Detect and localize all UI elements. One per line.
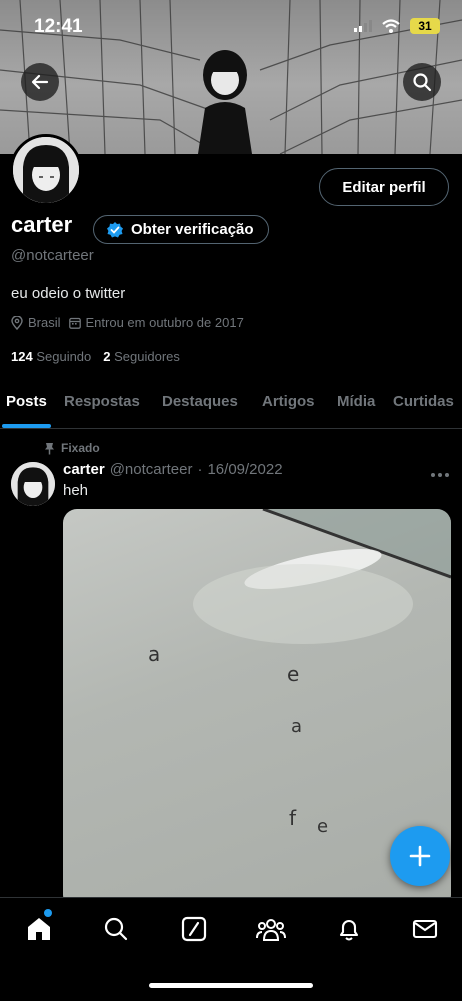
followers-link[interactable]: 2 Seguidores [103,349,180,364]
post-author-name[interactable]: carter [63,461,105,478]
media-letter-2: e [287,662,299,686]
status-bar: 12:41 31 [0,0,462,56]
wifi-icon [382,19,400,33]
back-arrow-icon [31,74,49,90]
tab-replies[interactable]: Respostas [64,393,140,410]
status-time: 12:41 [34,16,83,37]
nav-messages[interactable] [410,914,440,944]
post-author-handle[interactable]: @notcarteer [110,461,193,478]
communities-icon [256,919,286,941]
following-label: Seguindo [36,349,92,364]
nav-notifications[interactable] [334,914,364,944]
profile-avatar[interactable] [10,134,82,206]
tab-media[interactable]: Mídia [337,393,375,410]
more-icon [431,473,449,477]
following-link[interactable]: 124 Seguindo [11,349,91,364]
pinned-label: Fixado [44,441,100,455]
profile-meta: Brasil Entrou em outubro de 2017 [11,315,244,330]
nav-communities[interactable] [256,914,286,944]
pin-icon [45,442,54,454]
search-icon [413,73,432,92]
messages-mail-icon [412,919,438,939]
following-count: 124 [11,349,33,364]
get-verified-button[interactable]: Obter verificação [93,215,269,244]
back-button[interactable] [21,63,59,101]
post-date[interactable]: 16/09/2022 [207,461,282,478]
more-options-button[interactable] [430,462,450,483]
get-verified-label: Obter verificação [131,221,254,238]
profile-name: carter [11,212,73,237]
notifications-bell-icon [339,919,359,941]
post-text: heh [63,482,89,499]
compose-button[interactable] [390,826,450,886]
profile-bio: eu odeio o twitter [11,285,126,302]
profile-joined: Entrou em outubro de 2017 [85,315,244,330]
follow-stats: 124 Seguindo 2 Seguidores [11,349,180,364]
media-letter-5: e [317,816,328,837]
tab-posts[interactable]: Posts [6,393,47,410]
profile-handle: @notcarteer [11,247,94,264]
pinned-text: Fixado [61,441,100,455]
tab-highlights[interactable]: Destaques [162,393,238,410]
followers-count: 2 [103,349,111,364]
signal-icon [354,20,372,32]
active-tab-indicator [2,424,51,428]
edit-profile-button[interactable]: Editar perfil [319,168,449,206]
post-header: carter @notcarteer · 16/09/2022 [63,461,283,478]
calendar-icon [68,317,81,329]
media-letter-1: a [148,642,160,666]
media-letter-4: f [289,806,297,830]
home-icon [28,918,50,940]
grok-icon [181,916,207,942]
nav-explore[interactable] [101,914,131,944]
profile-location: Brasil [28,315,61,330]
tab-likes[interactable]: Curtidas [393,393,454,410]
explore-search-icon [104,917,128,941]
nav-grok[interactable] [179,914,209,944]
search-button[interactable] [403,63,441,101]
post-separator: · [197,461,203,478]
compose-plus-icon [409,845,431,867]
battery-indicator: 31 [410,18,440,34]
home-notification-dot [44,909,52,917]
location-pin-icon [11,315,23,330]
home-indicator [149,983,313,988]
tab-articles[interactable]: Artigos [262,393,315,410]
media-letter-3: a [291,716,302,737]
post-author-avatar[interactable] [11,462,55,506]
verified-badge-icon [107,221,123,237]
profile-tabs: Posts Respostas Destaques Artigos Mídia … [0,380,462,429]
followers-label: Seguidores [114,349,180,364]
nav-home[interactable] [24,914,54,944]
